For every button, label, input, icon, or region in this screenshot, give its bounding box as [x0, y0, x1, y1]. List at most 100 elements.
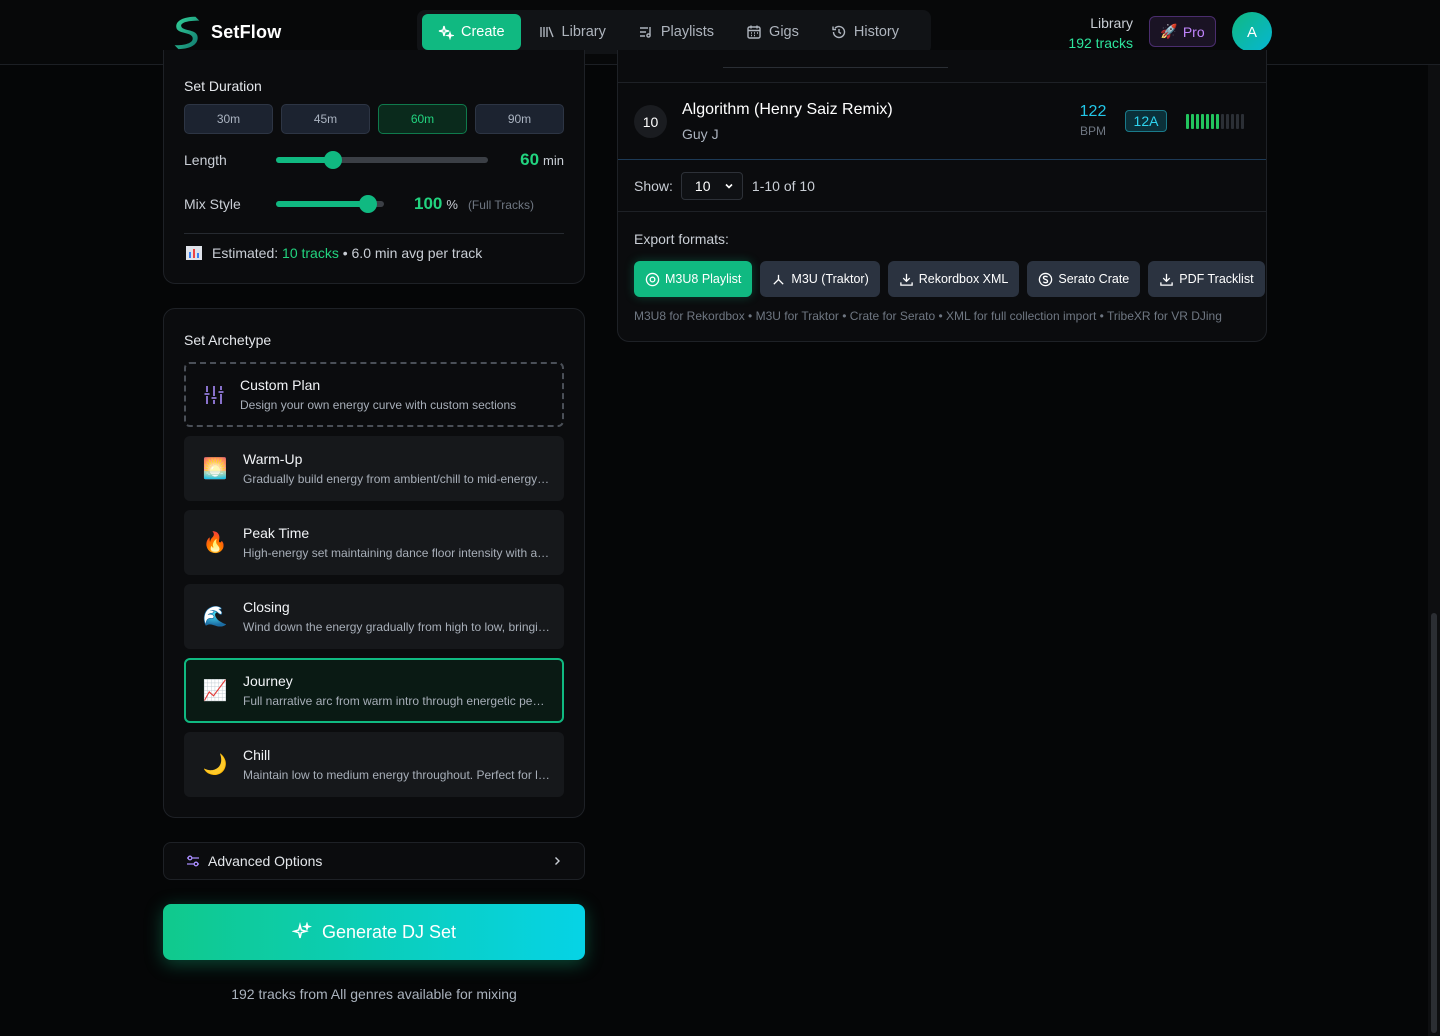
pro-label: Pro — [1182, 23, 1205, 40]
archetype-title: Custom Plan — [240, 377, 321, 393]
energy-bar — [1196, 114, 1199, 129]
archetype-desc: High-energy set maintaining dance floor … — [243, 546, 550, 560]
set-duration-panel: Set Duration 30m 45m 60m 90m Length 60 mi… — [163, 50, 585, 284]
nav-label: Create — [461, 24, 505, 40]
archetype-desc: Maintain low to medium energy throughout… — [243, 768, 550, 782]
nav-history[interactable]: History — [817, 14, 913, 50]
export-serato-crate-button[interactable]: Serato Crate — [1027, 261, 1141, 297]
set-archetype-panel: Set Archetype Custom Plan Design your ow… — [163, 308, 585, 818]
export-m3u-traktor-button[interactable]: M3U (Traktor) — [760, 261, 880, 297]
archetype-chill[interactable]: 🌙 Chill Maintain low to medium energy th… — [184, 732, 564, 797]
archetype-desc: Design your own energy curve with custom… — [240, 398, 517, 412]
nav-label: Library — [561, 24, 606, 40]
length-slider[interactable] — [276, 151, 488, 169]
duration-60m-button[interactable]: 60m — [378, 104, 467, 134]
history-icon — [832, 25, 846, 39]
nav-playlists[interactable]: Playlists — [624, 14, 728, 50]
estimate-tracks: 10 tracks — [282, 245, 339, 261]
advanced-options-toggle[interactable]: Advanced Options — [163, 842, 585, 880]
duration-90m-button[interactable]: 90m — [475, 104, 564, 134]
export-formats-note: M3U8 for Rekordbox • M3U for Traktor • C… — [634, 309, 1222, 323]
energy-bar — [1201, 114, 1204, 129]
energy-bar — [1186, 114, 1189, 129]
rocket-icon: 🚀 — [1160, 23, 1178, 39]
duration-options: 30m 45m 60m 90m — [184, 104, 564, 134]
mix-style-unit: % — [446, 197, 458, 212]
pro-button[interactable]: 🚀 Pro — [1149, 16, 1216, 47]
export-label: Serato Crate — [1058, 272, 1130, 286]
archetype-desc: Wind down the energy gradually from high… — [243, 620, 550, 634]
divider — [184, 233, 564, 234]
energy-bar — [1216, 114, 1219, 129]
settings-sliders-icon — [187, 855, 199, 867]
export-rekordbox-xml-button[interactable]: Rekordbox XML — [887, 261, 1020, 297]
brand[interactable]: SetFlow — [167, 13, 281, 51]
set-archetype-title: Set Archetype — [184, 332, 272, 348]
track-row[interactable]: 10 Algorithm (Henry Saiz Remix) Guy J 12… — [618, 82, 1266, 160]
export-pdf-tracklist-button[interactable]: PDF Tracklist — [1148, 261, 1265, 297]
archetype-custom-plan[interactable]: Custom Plan Design your own energy curve… — [184, 362, 564, 427]
user-avatar[interactable]: A — [1232, 12, 1272, 52]
archetype-title: Closing — [243, 599, 290, 615]
sliders-icon — [200, 381, 228, 409]
sparkles-icon — [291, 922, 312, 939]
mix-style-slider-fill — [276, 201, 368, 207]
export-m3u8-button[interactable]: M3U8 Playlist — [634, 261, 753, 297]
nav-create[interactable]: Create — [422, 14, 521, 50]
setflow-logo-icon — [174, 16, 200, 50]
estimate-prefix: Estimated: — [212, 245, 279, 261]
energy-bar — [1211, 114, 1214, 129]
mix-style-slider-thumb[interactable] — [358, 195, 377, 213]
archetype-peak-time[interactable]: 🔥 Peak Time High-energy set maintaining … — [184, 510, 564, 575]
avatar-initial: A — [1246, 23, 1257, 41]
download-icon — [1160, 273, 1174, 286]
set-duration-title: Set Duration — [184, 78, 262, 94]
duration-45m-button[interactable]: 45m — [281, 104, 370, 134]
track-number: 10 — [634, 105, 667, 138]
export-label: Rekordbox XML — [918, 272, 1009, 286]
nav-library[interactable]: Library — [525, 14, 620, 50]
library-summary: Library 192 tracks — [1068, 13, 1133, 53]
energy-bar — [1221, 114, 1224, 129]
scrolled-content-edge — [723, 64, 948, 68]
mix-style-row: Mix Style 100% (Full Tracks) — [184, 194, 564, 214]
export-formats-label: Export formats: — [634, 231, 729, 247]
archetype-journey[interactable]: 📈 Journey Full narrative arc from warm i… — [184, 658, 564, 723]
sparkles-icon — [438, 25, 454, 40]
mix-style-value: 100 — [414, 194, 443, 213]
archetype-title: Journey — [243, 673, 293, 689]
export-buttons: M3U8 Playlist M3U (Traktor) Rekordbox XM… — [634, 261, 1265, 297]
nav-gigs[interactable]: Gigs — [732, 14, 813, 50]
chevron-down-icon — [725, 183, 733, 189]
length-slider-thumb[interactable] — [324, 151, 343, 169]
scrollbar-thumb[interactable] — [1431, 613, 1437, 1033]
archetype-closing[interactable]: 🌊 Closing Wind down the energy gradually… — [184, 584, 564, 649]
track-title: Algorithm (Henry Saiz Remix) — [682, 101, 893, 118]
moon-icon: 🌙 — [202, 754, 228, 776]
length-row: Length 60 min — [184, 150, 564, 170]
duration-30m-button[interactable]: 30m — [184, 104, 273, 134]
archetype-desc: Full narrative arc from warm intro throu… — [243, 694, 548, 708]
calendar-icon — [747, 25, 761, 39]
energy-bar — [1226, 114, 1229, 129]
export-label: M3U (Traktor) — [791, 272, 869, 286]
page-scrollbar[interactable] — [1428, 65, 1440, 1036]
length-unit: min — [543, 153, 564, 168]
generate-label: Generate DJ Set — [321, 921, 457, 942]
mix-style-note: (Full Tracks) — [467, 198, 534, 212]
chart-up-icon: 📈 — [202, 680, 228, 702]
estimate-suffix: • 6.0 min avg per track — [342, 245, 483, 261]
page-size-select[interactable]: 10 — [680, 172, 743, 200]
energy-meter — [1186, 114, 1244, 129]
generate-dj-set-button[interactable]: Generate DJ Set — [163, 904, 585, 960]
key-badge: 12A — [1125, 110, 1167, 132]
archetype-title: Peak Time — [243, 525, 310, 541]
mix-style-slider[interactable] — [276, 195, 384, 213]
export-label: M3U8 Playlist — [665, 272, 742, 286]
bpm-value: 122 — [1079, 103, 1107, 120]
traktor-icon — [773, 274, 785, 285]
disc-icon — [645, 272, 660, 286]
export-label: PDF Tracklist — [1179, 272, 1254, 286]
archetype-warm-up[interactable]: 🌅 Warm-Up Gradually build energy from am… — [184, 436, 564, 501]
length-label: Length — [184, 152, 227, 168]
